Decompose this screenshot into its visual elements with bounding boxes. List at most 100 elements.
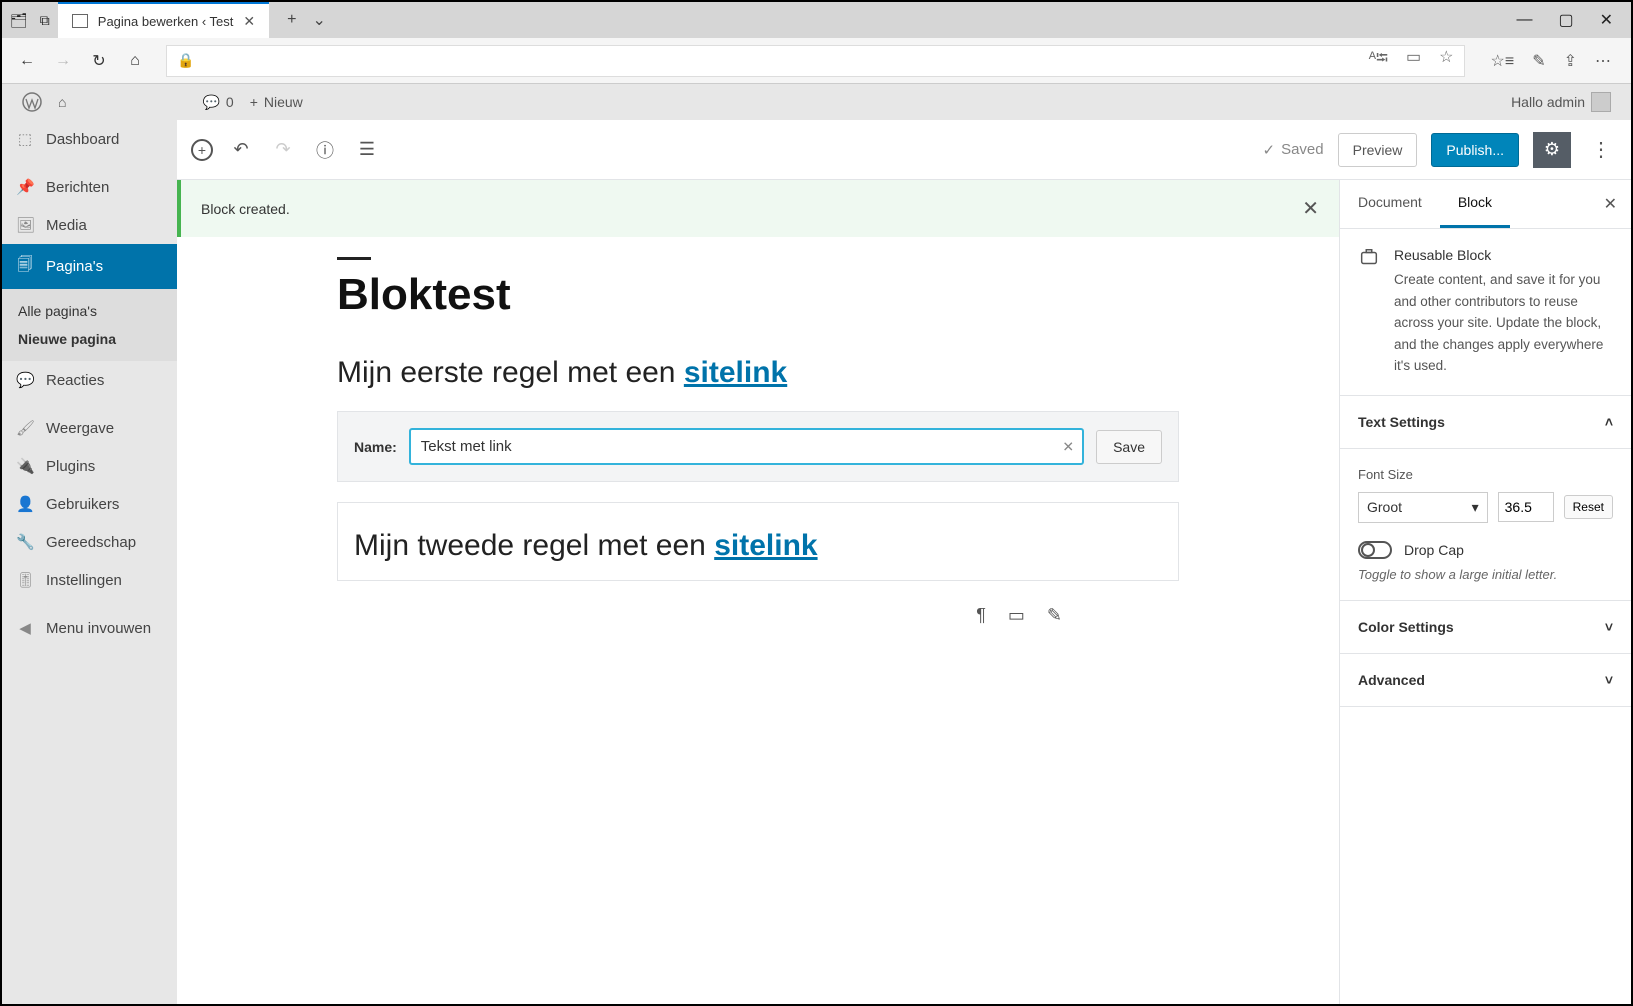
forward-button[interactable]: →: [48, 46, 78, 76]
publish-button[interactable]: Publish...: [1431, 133, 1519, 167]
sidebar-item-plugins[interactable]: 🔌Plugins: [2, 447, 177, 485]
sidebar-collapse[interactable]: ◀Menu invouwen: [2, 609, 177, 647]
sidebar-item-label: Reacties: [46, 372, 104, 389]
paragraph-block-1[interactable]: Mijn eerste regel met een sitelink: [337, 350, 1179, 395]
comments-count: 0: [226, 94, 234, 110]
reading-view-icon[interactable]: ▭: [1406, 47, 1421, 74]
sidebar-item-media[interactable]: 🖼Media: [2, 206, 177, 244]
edit-block-icon[interactable]: ✎: [1047, 605, 1062, 626]
brush-icon: 🖌: [16, 419, 34, 437]
sidebar-item-label: Berichten: [46, 179, 109, 196]
home-icon: ⌂: [58, 94, 66, 110]
chevron-down-icon: ˅: [1605, 619, 1613, 635]
undo-button[interactable]: ↶: [227, 136, 255, 164]
content-link[interactable]: sitelink: [684, 356, 787, 389]
avatar: [1591, 92, 1611, 112]
sidebar-item-berichten[interactable]: 📌Berichten: [2, 168, 177, 206]
save-block-button[interactable]: Save: [1096, 430, 1162, 464]
sidebar-item-label: Dashboard: [46, 131, 119, 148]
plus-icon: +: [250, 94, 258, 110]
sidebar-item-paginas[interactable]: 🗐Pagina's: [2, 244, 177, 289]
browser-tab-active[interactable]: Pagina bewerken ‹ Test ✕: [58, 2, 269, 38]
info-button[interactable]: ⓘ: [311, 136, 339, 164]
font-size-select[interactable]: Groot ▾: [1358, 492, 1488, 523]
title-accent: [337, 257, 371, 260]
chevron-up-icon: ˄: [1605, 414, 1613, 430]
section-title: Advanced: [1358, 672, 1425, 688]
redo-button[interactable]: ↷: [269, 136, 297, 164]
translate-icon[interactable]: ᴬ⭾: [1369, 47, 1388, 74]
more-options-button[interactable]: ⋮: [1585, 137, 1617, 162]
tab-title: Pagina bewerken ‹ Test: [98, 14, 234, 29]
site-home-link[interactable]: ⌂: [50, 94, 74, 110]
titlebar-app-icons: 🗂 ⧉: [2, 2, 58, 38]
submenu-all-pages[interactable]: Alle pagina's: [2, 297, 177, 325]
new-tab-button[interactable]: +: [287, 11, 296, 29]
check-icon: ✓: [1262, 141, 1275, 159]
home-button[interactable]: ⌂: [120, 46, 150, 76]
select-value: Groot: [1367, 499, 1402, 515]
sidebar-item-gebruikers[interactable]: 👤Gebruikers: [2, 485, 177, 523]
text-settings-header[interactable]: Text Settings ˄: [1340, 396, 1631, 449]
tab-close-icon[interactable]: ✕: [243, 13, 255, 30]
block-name-input[interactable]: [409, 428, 1084, 465]
more-icon[interactable]: ⋯: [1595, 51, 1611, 71]
tab-dropdown-icon[interactable]: ⌄: [312, 10, 325, 30]
tab-block[interactable]: Block: [1440, 180, 1510, 228]
paragraph-block-2-container[interactable]: Mijn tweede regel met een sitelink: [337, 502, 1179, 581]
add-block-button[interactable]: +: [191, 139, 213, 161]
page-title-block[interactable]: Bloktest: [337, 257, 1179, 320]
sidebar-item-weergave[interactable]: 🖌Weergave: [2, 409, 177, 447]
paragraph-text: Mijn eerste regel met een: [337, 356, 684, 389]
chevron-down-icon: ▾: [1472, 499, 1479, 516]
advanced-header[interactable]: Advanced ˅: [1340, 654, 1631, 707]
favorites-list-icon[interactable]: ☆≡: [1491, 51, 1515, 71]
preview-button[interactable]: Preview: [1338, 133, 1418, 167]
address-bar[interactable]: 🔒 ᴬ⭾ ▭ ☆: [166, 45, 1465, 77]
sidebar-item-gereedschap[interactable]: 🔧Gereedschap: [2, 523, 177, 561]
reset-font-button[interactable]: Reset: [1564, 495, 1613, 519]
convert-block-icon[interactable]: ▭: [1008, 605, 1025, 626]
browser-toolbar: ← → ↻ ⌂ 🔒 ᴬ⭾ ▭ ☆ ☆≡ ✎ ⇪ ⋯: [2, 38, 1631, 84]
color-settings-header[interactable]: Color Settings ˅: [1340, 601, 1631, 654]
maximize-button[interactable]: ▢: [1558, 10, 1573, 30]
refresh-button[interactable]: ↻: [84, 46, 114, 76]
dismiss-notice-button[interactable]: ✕: [1302, 196, 1319, 221]
submenu-new-page[interactable]: Nieuwe pagina: [2, 325, 177, 353]
outline-button[interactable]: ☰: [353, 136, 381, 164]
paragraph-icon[interactable]: ¶: [976, 605, 986, 626]
close-window-button[interactable]: ✕: [1600, 10, 1613, 30]
user-account-menu[interactable]: Hallo admin: [1503, 92, 1619, 112]
minimize-button[interactable]: —: [1516, 11, 1532, 29]
sidebar-item-label: Gereedschap: [46, 534, 136, 551]
sidebar-item-dashboard[interactable]: ⬚Dashboard: [2, 120, 177, 158]
sidebar-item-instellingen[interactable]: 🎚Instellingen: [2, 561, 177, 599]
notice-block-created: Block created. ✕: [177, 180, 1339, 237]
new-content-link[interactable]: + Nieuw: [242, 94, 311, 110]
settings-toggle-button[interactable]: ⚙: [1533, 132, 1571, 168]
sidebar-item-label: Plugins: [46, 458, 95, 475]
favorite-star-icon[interactable]: ☆: [1439, 47, 1453, 74]
editor-canvas[interactable]: Bloktest Mijn eerste regel met een sitel…: [177, 237, 1339, 1004]
close-panel-button[interactable]: ✕: [1590, 180, 1631, 228]
reusable-block-name-row: Name: ✕ Save: [337, 411, 1179, 482]
drop-cap-toggle[interactable]: [1358, 541, 1392, 559]
lock-icon: 🔒: [177, 52, 194, 69]
page-title[interactable]: Bloktest: [337, 270, 1179, 320]
tab-document[interactable]: Document: [1340, 180, 1440, 228]
media-icon: 🖼: [16, 216, 34, 234]
paragraph-block-2[interactable]: Mijn tweede regel met een sitelink: [354, 523, 1162, 568]
greeting-text: Hallo admin: [1511, 94, 1585, 110]
reusable-block-info: Reusable Block Create content, and save …: [1340, 229, 1631, 396]
font-size-input[interactable]: [1498, 492, 1554, 522]
sidebar-item-reacties[interactable]: 💬Reacties: [2, 361, 177, 399]
wp-logo-menu[interactable]: [14, 92, 50, 112]
folder-icon[interactable]: 🗂: [10, 12, 28, 29]
content-link[interactable]: sitelink: [714, 529, 817, 562]
clear-input-icon[interactable]: ✕: [1062, 438, 1074, 455]
notes-icon[interactable]: ✎: [1532, 51, 1545, 71]
comments-link[interactable]: 💬 0: [194, 94, 241, 111]
tab-overview-icon[interactable]: ⧉: [40, 12, 50, 29]
share-icon[interactable]: ⇪: [1564, 51, 1577, 71]
back-button[interactable]: ←: [12, 46, 42, 76]
